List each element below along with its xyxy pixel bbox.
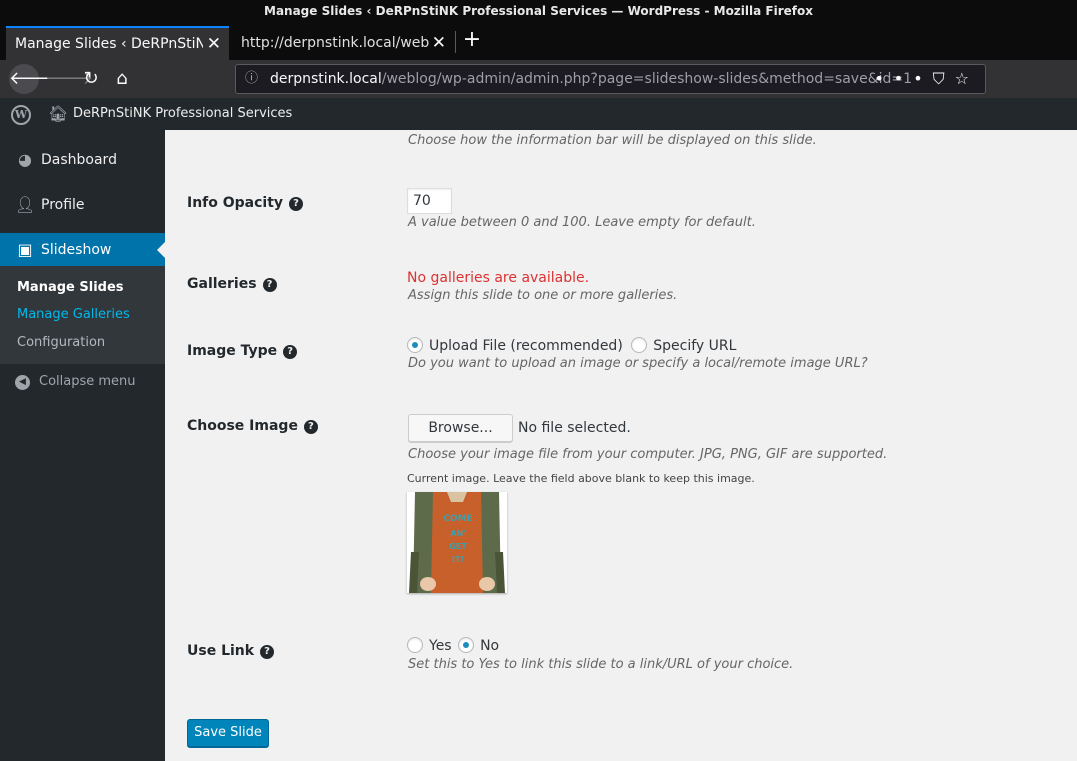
use-link-label: Use Link?: [187, 642, 275, 660]
current-image-thumbnail: COME AN' GET IT!: [407, 492, 507, 593]
pocket-icon[interactable]: ⛉: [933, 69, 955, 88]
use-link-description: Set this to Yes to link this slide to a …: [408, 657, 794, 672]
url-host: derpnstink.local: [270, 71, 382, 87]
use-link-no-label[interactable]: No: [480, 638, 499, 654]
help-icon[interactable]: ?: [262, 278, 277, 292]
current-image-note: Current image. Leave the field above bla…: [407, 472, 755, 485]
url-text: derpnstink.local/weblog/wp-admin/admin.p…: [270, 65, 912, 93]
info-icon[interactable]: ⓘ: [245, 65, 258, 93]
use-link-options: Yes No: [407, 637, 499, 655]
shirt-text-line: AN': [450, 529, 465, 538]
admin-sidebar: ◕ Dashboard 👤︎ Profile ▣ Slideshow Manag…: [0, 130, 165, 761]
upload-file-option-label[interactable]: Upload File (recommended): [429, 338, 623, 354]
house-icon[interactable]: 🏠︎: [48, 98, 68, 130]
slide-edit-form: Choose how the information bar will be d…: [165, 130, 1077, 761]
wp-admin-bar: W 🏠︎ DeRPnStiNK Professional Services: [0, 98, 1077, 130]
use-link-label-text: Use Link: [187, 643, 255, 659]
navigation-toolbar: 🡐 🡒 ↻ ⌂ ⓘ derpnstink.local/weblog/wp-adm…: [0, 60, 1077, 98]
more-actions-icon[interactable]: •••: [874, 69, 932, 88]
url-path: /weblog/wp-admin/admin.php?page=slidesho…: [381, 71, 913, 87]
collapse-menu-label: Collapse menu: [39, 374, 136, 389]
choose-image-label-text: Choose Image: [187, 418, 298, 434]
tab-label: http://derpnstink.local/weblog: [241, 35, 429, 51]
site-name-link[interactable]: DeRPnStiNK Professional Services: [73, 98, 292, 130]
wordpress-logo-icon[interactable]: W: [11, 105, 31, 125]
submenu-manage-galleries[interactable]: Manage Galleries: [17, 306, 130, 324]
page-actions: •••⛉☆: [874, 65, 979, 93]
reload-icon[interactable]: ↻: [76, 64, 106, 94]
submenu-manage-slides[interactable]: Manage Slides: [17, 279, 124, 297]
image-type-options: Upload File (recommended) Specify URL: [407, 337, 736, 355]
tab-derpnstink-weblog[interactable]: http://derpnstink.local/weblog ✕: [232, 26, 454, 60]
collapse-menu-button[interactable]: ◀ Collapse menu: [0, 370, 165, 394]
sidebar-item-label: Dashboard: [41, 152, 117, 168]
choose-image-description: Choose your image file from your compute…: [408, 447, 888, 462]
slideshow-submenu: Manage Slides Manage Galleries Configura…: [0, 266, 165, 364]
new-tab-icon[interactable]: +: [462, 26, 482, 54]
info-opacity-input[interactable]: 70: [407, 188, 452, 214]
close-tab-icon[interactable]: ✕: [432, 26, 446, 60]
use-link-no-radio[interactable]: [458, 637, 475, 653]
no-galleries-error: No galleries are available.: [407, 270, 590, 286]
browse-button[interactable]: Browse...: [408, 414, 513, 442]
image-type-label: Image Type?: [187, 342, 298, 360]
use-link-yes-radio[interactable]: [407, 637, 423, 653]
dashboard-icon: ◕: [18, 150, 32, 169]
close-tab-icon[interactable]: ✕: [207, 28, 221, 60]
galleries-label-text: Galleries: [187, 276, 257, 292]
shirt-text-line: COME: [443, 514, 472, 524]
sidebar-item-label: Slideshow: [41, 242, 112, 258]
sidebar-item-dashboard[interactable]: ◕ Dashboard: [0, 143, 165, 177]
help-icon[interactable]: ?: [303, 420, 318, 434]
galleries-description: Assign this slide to one or more galleri…: [408, 288, 678, 303]
shirt-text-line: GET: [449, 542, 467, 551]
tab-manage-slides[interactable]: Manage Slides ‹ DeRPnStiNK ✕: [6, 26, 229, 60]
tab-label: Manage Slides ‹ DeRPnStiNK: [15, 36, 203, 52]
url-bar[interactable]: ⓘ derpnstink.local/weblog/wp-admin/admin…: [235, 64, 986, 94]
choose-image-label: Choose Image?: [187, 417, 318, 435]
current-menu-arrow: [157, 242, 165, 258]
tab-separator: [455, 31, 456, 53]
images-icon: ▣: [17, 240, 33, 259]
forward-arrow-icon[interactable]: 🡒: [45, 64, 93, 94]
upload-file-radio[interactable]: [407, 337, 423, 353]
save-slide-button[interactable]: Save Slide: [187, 719, 269, 747]
submenu-configuration[interactable]: Configuration: [17, 334, 105, 352]
image-type-label-text: Image Type: [187, 343, 278, 359]
image-type-description: Do you want to upload an image or specif…: [408, 356, 868, 371]
help-icon[interactable]: ?: [283, 345, 298, 359]
sidebar-item-profile[interactable]: 👤︎ Profile: [0, 188, 165, 222]
tab-strip: Manage Slides ‹ DeRPnStiNK ✕ http://derp…: [0, 22, 1077, 60]
file-status: No file selected.: [518, 420, 631, 436]
sidebar-item-label: Profile: [41, 197, 85, 213]
window-title: Manage Slides ‹ DeRPnStiNK Professional …: [0, 0, 1077, 22]
specify-url-option-label[interactable]: Specify URL: [653, 338, 736, 354]
help-icon[interactable]: ?: [289, 197, 304, 211]
specify-url-radio[interactable]: [631, 337, 648, 353]
galleries-label: Galleries?: [187, 275, 277, 293]
bookmark-star-icon[interactable]: ☆: [955, 69, 979, 88]
shirt-text-line: IT!: [452, 555, 464, 564]
info-opacity-label: Info Opacity?: [187, 194, 304, 212]
info-bar-description: Choose how the information bar will be d…: [408, 133, 817, 148]
back-arrow-icon[interactable]: 🡐: [9, 64, 57, 94]
collapse-arrow-icon: ◀: [15, 375, 30, 390]
help-icon[interactable]: ?: [260, 645, 275, 659]
shirt-illustration: COME AN' GET IT!: [407, 492, 507, 593]
info-opacity-label-text: Info Opacity: [187, 195, 284, 211]
sidebar-item-slideshow[interactable]: ▣ Slideshow: [0, 233, 165, 267]
use-link-yes-label[interactable]: Yes: [429, 638, 452, 654]
user-icon: 👤︎: [15, 195, 36, 214]
home-icon[interactable]: ⌂: [107, 64, 137, 94]
info-opacity-description: A value between 0 and 100. Leave empty f…: [408, 215, 756, 230]
